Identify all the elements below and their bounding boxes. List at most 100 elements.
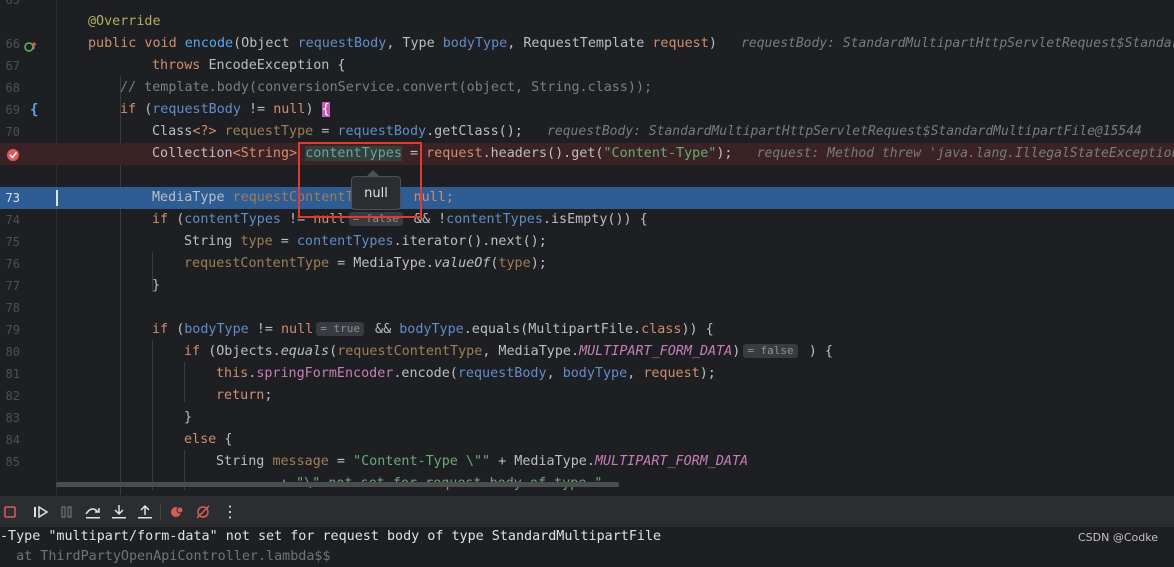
breakpoint-icon[interactable] [6,147,20,166]
generic: <String> [232,146,298,161]
code-text: ); [699,366,716,381]
matched-brace: { [321,102,330,117]
code-line-85[interactable]: 85 String message = "Content-Type \"" + … [0,451,1174,473]
code-text: && [367,322,400,337]
code-text: (Object [233,36,298,51]
code-line-84[interactable]: 84 else { [0,429,1174,451]
code-text: , MediaType. [482,344,580,359]
keyword: class [641,322,682,337]
line-number: 81 [5,367,20,381]
code-line-83[interactable]: 83 } [0,407,1174,429]
code-line-75[interactable]: 75 String type = contentTypes.iterator()… [0,231,1174,253]
keyword: return [216,388,265,403]
code-text: ; [264,388,273,403]
step-over-icon[interactable] [84,503,102,521]
variable: requestContentType [337,344,483,359]
horizontal-scrollbar[interactable] [56,482,619,487]
code-text: )) { [681,322,714,337]
code-line-77[interactable]: 77 } [0,275,1174,297]
line-number: 80 [5,345,20,359]
code-text: + MediaType. [490,454,595,469]
code-text: String [216,454,273,469]
code-text: , [546,366,563,381]
code-line-80[interactable]: 80 if (Objects.equals(requestContentType… [0,341,1174,363]
code-line-81[interactable]: 81 this.springFormEncoder.encode(request… [0,363,1174,385]
variable: bodyType [399,322,464,337]
pause-icon[interactable] [58,503,76,521]
code-line-78[interactable]: 78 [0,297,1174,319]
code-line-74[interactable]: 74 if (contentTypes != null = false && !c… [0,209,1174,231]
code-editor[interactable]: 65 @Override 66 public void encode(Objec… [0,0,1174,495]
code-text: , [627,366,644,381]
field: springFormEncoder [256,366,394,381]
console-stack-line: at ThirdPartyOpenApiController.lambda$$ [0,549,331,564]
code-line-79[interactable]: 79 if (bodyType != null = true && bodyTyp… [0,319,1174,341]
code-line-72[interactable] [0,165,1174,187]
keyword: null [273,102,306,117]
stop-icon[interactable] [2,503,20,521]
keyword: else [184,432,225,447]
code-line-69[interactable]: 69 { if (requestBody != null) { [0,99,1174,121]
step-out-icon[interactable] [136,503,154,521]
code-line-65[interactable]: 65 @Override [0,0,1174,29]
method-name: encode [184,36,234,51]
code-line-67[interactable]: 67 throws EncodeException { [0,55,1174,77]
code-line-73-current[interactable]: 73 MediaType requestContentT null; [0,187,1174,209]
code-line-70[interactable]: 70 Class<?> requestType = requestBody.ge… [0,121,1174,143]
resume-icon[interactable] [32,503,50,521]
line-number: 67 [5,59,20,73]
code-text: .equals(MultipartFile. [463,322,642,337]
code-text: ) [732,344,741,359]
more-options-icon[interactable]: ⋮ [222,503,240,521]
code-line-68[interactable]: 68 // template.body(conversionService.co… [0,77,1174,99]
code-line-71-breakpoint[interactable]: Collection<String> contentTypes = reques… [0,143,1174,165]
keyword: if [120,102,145,117]
console-output[interactable]: -Type "multipart/form-data" not set for … [0,527,1174,564]
toolbar-divider [160,504,161,520]
variable: message [272,454,329,469]
variable: request [643,366,700,381]
line-number: 76 [5,257,20,271]
code-text: ( [329,344,338,359]
code-text: .isEmpty()) { [542,212,648,227]
step-into-icon[interactable] [110,503,128,521]
text-caret [56,190,58,206]
mute-breakpoints-icon[interactable] [194,503,212,521]
code-line-82[interactable]: 82 return; [0,385,1174,407]
code-line-66[interactable]: 66 public void encode(Object requestBody… [0,33,1174,55]
keyword: if [152,212,177,227]
line-number: 82 [5,389,20,403]
line-number: 79 [5,323,20,337]
variable: contentTypes [446,212,543,227]
keyword: null [281,322,314,337]
debug-inline-value: requestBody: StandardMultipartHttpServle… [547,124,1142,139]
line-number: 66 [5,37,20,51]
code-text: , Type [386,36,443,51]
variable: requestBody [152,102,241,117]
code-text: = MediaType. [329,256,434,271]
code-text: ) [708,36,717,51]
code-text: != [248,322,281,337]
static-field: MULTIPART_FORM_DATA [579,344,733,359]
view-breakpoints-icon[interactable] [168,503,186,521]
fold-brace-icon[interactable]: { [30,101,38,119]
code-text: .headers().get( [482,146,604,161]
code-text: MediaType [152,190,233,205]
code-text: != [240,102,274,117]
code-text: = [272,234,297,249]
code-text: ) { [800,344,833,359]
code-text: } [152,278,161,293]
line-number: 85 [5,455,20,469]
variable: requestBody [457,366,547,381]
variable: bodyType [562,366,628,381]
line-number: 78 [5,301,20,315]
code-text: ) [305,102,322,117]
static-method: equals [280,344,330,359]
variable: bodyType [184,322,249,337]
param: request [652,36,709,51]
line-number: 68 [5,81,20,95]
line-number: 69 [5,103,20,117]
line-number: 74 [5,213,20,227]
code-line-76[interactable]: 76 requestContentType = MediaType.valueO… [0,253,1174,275]
code-text: EncodeException { [208,58,346,73]
